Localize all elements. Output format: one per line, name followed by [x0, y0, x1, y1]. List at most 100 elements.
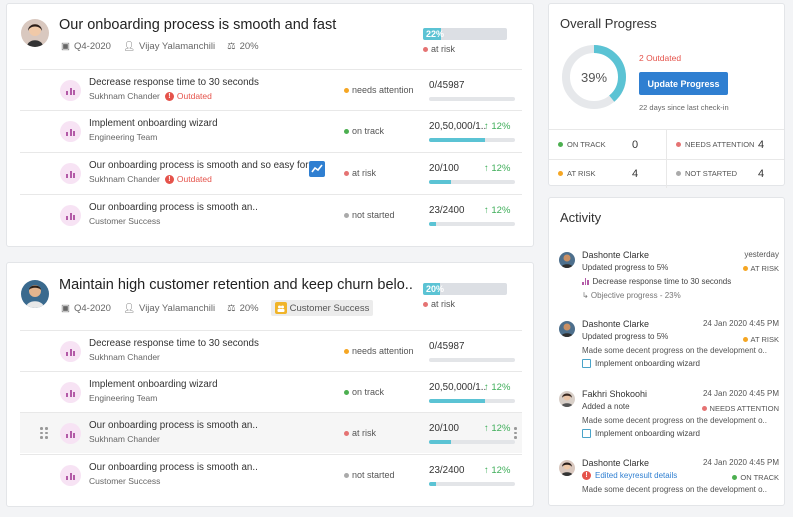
team-icon	[274, 302, 287, 314]
activity-item: Dashonte Clarke 24 Jan 2020 4:45 PM ! Edi…	[559, 458, 779, 500]
update-progress-button[interactable]: Update Progress	[639, 72, 728, 95]
key-result-row[interactable]: Decrease response time to 30 seconds Suk…	[20, 69, 522, 110]
key-result-title[interactable]: Implement onboarding wizard	[89, 118, 218, 129]
stat-at-risk[interactable]: AT RISK 4	[558, 159, 658, 188]
user-icon: 👤︎	[122, 302, 136, 314]
alert-icon: !	[164, 174, 174, 184]
activity-item: Fakhri Shokoohi 24 Jan 2020 4:45 PM Adde…	[559, 389, 779, 445]
key-result-icon	[60, 341, 81, 362]
objective-title[interactable]: Maintain high customer retention and kee…	[59, 277, 413, 293]
owner-name: Vijay Yalamanchili	[139, 41, 216, 52]
key-result-icon	[60, 205, 81, 226]
key-result-progress-bar	[429, 180, 515, 184]
activity-title: Activity	[560, 210, 602, 225]
key-result-title[interactable]: Decrease response time to 30 seconds	[89, 338, 259, 349]
activity-item: Dashonte Clarke 24 Jan 2020 4:45 PM Upda…	[559, 319, 779, 375]
key-result-title[interactable]: Our onboarding process is smooth and so …	[89, 160, 308, 171]
key-result-value[interactable]: 23/2400	[429, 205, 464, 216]
team-tag[interactable]: Customer Success	[270, 300, 374, 316]
key-result-row[interactable]: Our onboarding process is smooth an.. Su…	[20, 412, 522, 453]
key-result-value[interactable]: 20,50,000/1..	[429, 121, 486, 132]
objective-card-1: Our onboarding process is smooth and fas…	[6, 3, 534, 247]
activity-status: AT RISK	[742, 264, 779, 273]
user-avatar[interactable]	[559, 252, 575, 268]
activity-time: 24 Jan 2020 4:45 PM	[702, 319, 779, 328]
activity-action: Updated progress to 5%	[582, 332, 669, 341]
owner-avatar[interactable]	[21, 19, 49, 47]
user-avatar[interactable]	[559, 460, 575, 476]
key-result-value[interactable]: 20/100	[429, 163, 459, 174]
user-avatar[interactable]	[559, 321, 575, 337]
activity-user[interactable]: Dashonte Clarke	[582, 319, 649, 329]
key-result-value[interactable]: 20/100	[429, 423, 459, 434]
key-result-title[interactable]: Our onboarding process is smooth an..	[89, 202, 258, 213]
activity-user[interactable]: Dashonte Clarke	[582, 250, 649, 260]
activity-status: NEEDS ATTENTION	[701, 404, 779, 413]
activity-time: yesterday	[744, 250, 779, 259]
key-result-row[interactable]: Our onboarding process is smooth an.. Cu…	[20, 194, 522, 235]
trend-chart-icon[interactable]	[309, 161, 325, 177]
objective-icon	[582, 429, 591, 438]
activity-action[interactable]: ! Edited keyresult details	[582, 471, 677, 480]
activity-target[interactable]: Implement onboarding wizard	[582, 429, 700, 438]
key-result-icon	[60, 423, 81, 444]
calendar-icon: ▣	[61, 41, 70, 52]
activity-user[interactable]: Fakhri Shokoohi	[582, 389, 647, 399]
objective-icon	[582, 359, 591, 368]
owner-name: Vijay Yalamanchili	[139, 302, 216, 314]
key-result-owner: Customer Success	[89, 216, 161, 226]
weight-icon: ⚖︎	[227, 302, 236, 314]
activity-user[interactable]: Dashonte Clarke	[582, 458, 649, 468]
more-options-icon[interactable]	[514, 427, 517, 439]
quarter: Q4-2020	[73, 302, 111, 314]
key-result-status: at risk	[344, 428, 376, 438]
activity-note: Made some decent progress on the develop…	[582, 416, 767, 425]
key-result-row[interactable]: Decrease response time to 30 seconds Suk…	[20, 330, 522, 371]
outdated-badge: ! Outdated	[164, 174, 212, 184]
key-result-progress-bar	[429, 138, 515, 142]
key-result-status: at risk	[344, 168, 376, 178]
activity-target[interactable]: Implement onboarding wizard	[582, 359, 700, 368]
key-result-row[interactable]: Implement onboarding wizard Engineering …	[20, 110, 522, 151]
last-checkin: 22 days since last check-in	[639, 103, 729, 112]
stat-on-track[interactable]: ON TRACK 0	[558, 130, 658, 159]
key-result-row[interactable]: Our onboarding process is smooth and so …	[20, 152, 522, 193]
objective-status-label: at risk	[431, 299, 456, 309]
objective-progress-bar: 22%	[423, 28, 507, 40]
key-result-status: not started	[344, 470, 395, 480]
objective-progress-percent: 20%	[426, 284, 445, 294]
activity-time: 24 Jan 2020 4:45 PM	[702, 389, 779, 398]
key-result-value[interactable]: 20,50,000/1..	[429, 382, 486, 393]
key-result-value[interactable]: 0/45987	[429, 341, 464, 352]
key-result-delta: ↑ 12%	[484, 121, 511, 132]
key-result-owner: Engineering Team	[89, 393, 158, 403]
key-result-title[interactable]: Implement onboarding wizard	[89, 379, 218, 390]
weight-icon: ⚖︎	[227, 41, 236, 52]
key-result-status: on track	[344, 387, 384, 397]
objective-title[interactable]: Our onboarding process is smooth and fas…	[59, 17, 336, 33]
key-result-value[interactable]: 0/45987	[429, 80, 464, 91]
activity-card: Activity Dashonte Clarke yesterday Updat…	[548, 197, 785, 506]
owner-avatar[interactable]	[21, 280, 49, 308]
drag-handle-icon[interactable]	[40, 427, 48, 439]
objective-progress: 20% at risk	[423, 283, 507, 309]
key-result-row[interactable]: Our onboarding process is smooth an.. Cu…	[20, 454, 522, 495]
user-avatar[interactable]	[559, 391, 575, 407]
activity-status: AT RISK	[742, 335, 779, 344]
key-result-progress-bar	[429, 358, 515, 362]
activity-target[interactable]: Decrease response time to 30 seconds	[582, 277, 731, 286]
outdated-count[interactable]: 2 Outdated	[639, 53, 681, 63]
key-result-title[interactable]: Our onboarding process is smooth an..	[89, 420, 258, 431]
key-result-row[interactable]: Implement onboarding wizard Engineering …	[20, 371, 522, 412]
stat-not-started[interactable]: NOT STARTED 4	[676, 159, 784, 188]
key-result-value[interactable]: 23/2400	[429, 465, 464, 476]
key-result-owner: Engineering Team	[89, 132, 158, 142]
activity-note: Made some decent progress on the develop…	[582, 346, 767, 355]
user-icon: 👤︎	[122, 41, 136, 52]
key-result-owner: Sukhnam Chander	[89, 174, 160, 184]
objective-progress-bar: 20%	[423, 283, 507, 295]
overall-progress-card: Overall Progress 39% 2 Outdated Update P…	[548, 3, 785, 188]
key-result-title[interactable]: Our onboarding process is smooth an..	[89, 462, 258, 473]
stat-needs-attention[interactable]: NEEDS ATTENTION 4	[676, 130, 784, 159]
key-result-title[interactable]: Decrease response time to 30 seconds	[89, 77, 259, 88]
